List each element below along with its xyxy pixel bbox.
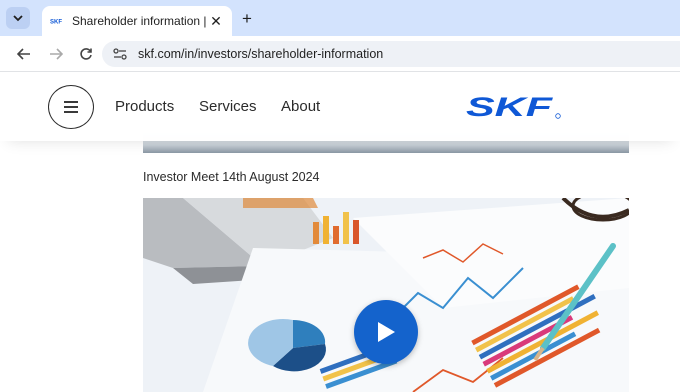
video-section-title: Investor Meet 14th August 2024	[143, 170, 320, 184]
back-arrow-icon[interactable]	[14, 44, 34, 64]
forward-arrow-icon[interactable]	[46, 44, 66, 64]
nav-about[interactable]: About	[281, 98, 320, 115]
hamburger-icon	[64, 101, 78, 113]
close-tab-icon[interactable]: ✕	[208, 13, 224, 29]
skf-favicon-icon: SKF	[50, 16, 64, 26]
svg-text:SKF: SKF	[50, 20, 62, 25]
svg-text:SKF: SKF	[466, 95, 554, 121]
nav-services[interactable]: Services	[199, 98, 257, 115]
play-icon	[378, 322, 395, 342]
skf-logo[interactable]: SKF	[466, 92, 564, 126]
browser-tab-strip: SKF Shareholder information | SKF | ✕ +	[0, 0, 680, 36]
play-button[interactable]	[354, 300, 418, 364]
site-settings-icon[interactable]	[110, 45, 130, 63]
chevron-down-icon	[13, 15, 23, 22]
url-text: skf.com/in/investors/shareholder-informa…	[138, 47, 384, 61]
video-player[interactable]	[143, 198, 629, 392]
menu-button[interactable]	[48, 85, 94, 129]
nav-products[interactable]: Products	[115, 98, 174, 115]
tab-title: Shareholder information | SKF |	[72, 14, 208, 28]
browser-toolbar: skf.com/in/investors/shareholder-informa…	[0, 36, 680, 72]
new-tab-icon[interactable]: +	[238, 9, 256, 28]
browser-tab-active[interactable]: SKF Shareholder information | SKF | ✕	[42, 6, 232, 36]
site-header: Products Services About SKF	[0, 73, 680, 141]
page-content: Products Services About SKF Investor Mee…	[0, 73, 680, 392]
reload-icon[interactable]	[76, 44, 96, 64]
address-bar[interactable]: skf.com/in/investors/shareholder-informa…	[102, 41, 680, 67]
tab-search-button[interactable]	[6, 7, 30, 29]
